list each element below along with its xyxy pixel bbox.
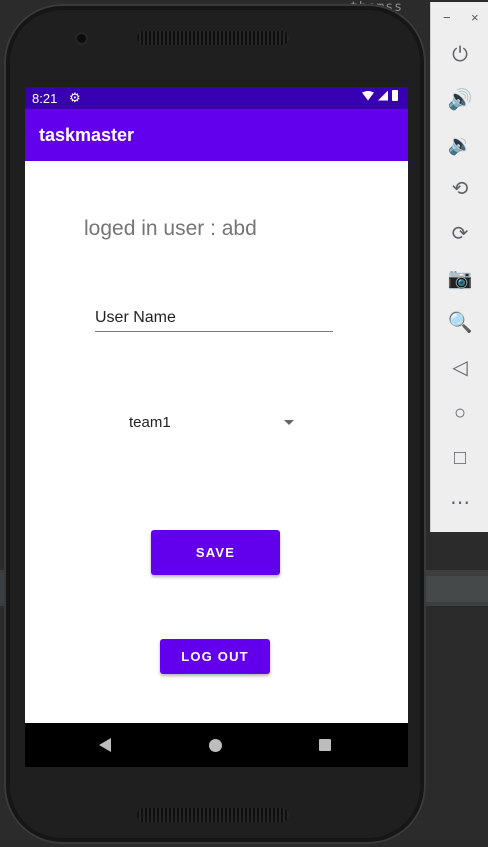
- minimize-icon[interactable]: −: [443, 10, 451, 25]
- username-input[interactable]: [95, 305, 333, 332]
- app-bar: taskmaster: [25, 109, 408, 161]
- zoom-icon[interactable]: 🔍: [445, 308, 475, 338]
- signal-icon: [378, 90, 388, 101]
- battery-icon: [392, 90, 398, 101]
- more-icon[interactable]: ⋯: [445, 488, 475, 518]
- phone-bottom-speaker: [137, 808, 289, 822]
- back-icon[interactable]: ◁: [445, 353, 475, 383]
- wifi-icon: [362, 90, 374, 101]
- status-time: 8:21: [32, 91, 58, 106]
- emulator-side-panel: − × ⏻ 🔊 🔉 ⟲ ⟳ 📷 🔍 ◁ ○ □ ⋯: [430, 2, 488, 532]
- logged-in-user-label: loged in user : abd: [84, 217, 257, 240]
- rotate-left-icon[interactable]: ⟲: [445, 174, 475, 204]
- save-button[interactable]: SAVE: [151, 530, 280, 575]
- front-camera-icon: [77, 34, 86, 43]
- logout-button[interactable]: LOG OUT: [160, 639, 270, 674]
- settings-gear-icon: ⚙: [69, 90, 81, 105]
- nav-home-icon[interactable]: [209, 739, 222, 752]
- status-icons: [362, 90, 398, 101]
- navigation-bar: [25, 723, 408, 767]
- power-icon[interactable]: ⏻: [445, 40, 475, 70]
- app-screen: 8:21 ⚙ taskmaster loged in user : abd te…: [25, 87, 408, 767]
- close-icon[interactable]: ×: [471, 10, 479, 25]
- status-bar: 8:21 ⚙: [25, 87, 408, 109]
- phone-frame: 8:21 ⚙ taskmaster loged in user : abd te…: [4, 4, 426, 844]
- overview-icon[interactable]: □: [445, 443, 475, 473]
- phone-top-speaker: [137, 31, 289, 45]
- nav-recents-icon[interactable]: [319, 739, 331, 751]
- app-title: taskmaster: [39, 125, 135, 145]
- volume-up-icon[interactable]: 🔊: [445, 85, 475, 115]
- team-spinner[interactable]: team1: [129, 409, 294, 435]
- nav-back-icon[interactable]: [99, 738, 111, 752]
- team-spinner-value: team1: [129, 414, 171, 431]
- dropdown-arrow-icon: [284, 420, 294, 425]
- volume-down-icon[interactable]: 🔉: [445, 130, 475, 160]
- ide-status-band-segment: [418, 576, 488, 602]
- camera-icon[interactable]: 📷: [445, 264, 475, 294]
- home-icon[interactable]: ○: [445, 398, 475, 428]
- rotate-right-icon[interactable]: ⟳: [445, 219, 475, 249]
